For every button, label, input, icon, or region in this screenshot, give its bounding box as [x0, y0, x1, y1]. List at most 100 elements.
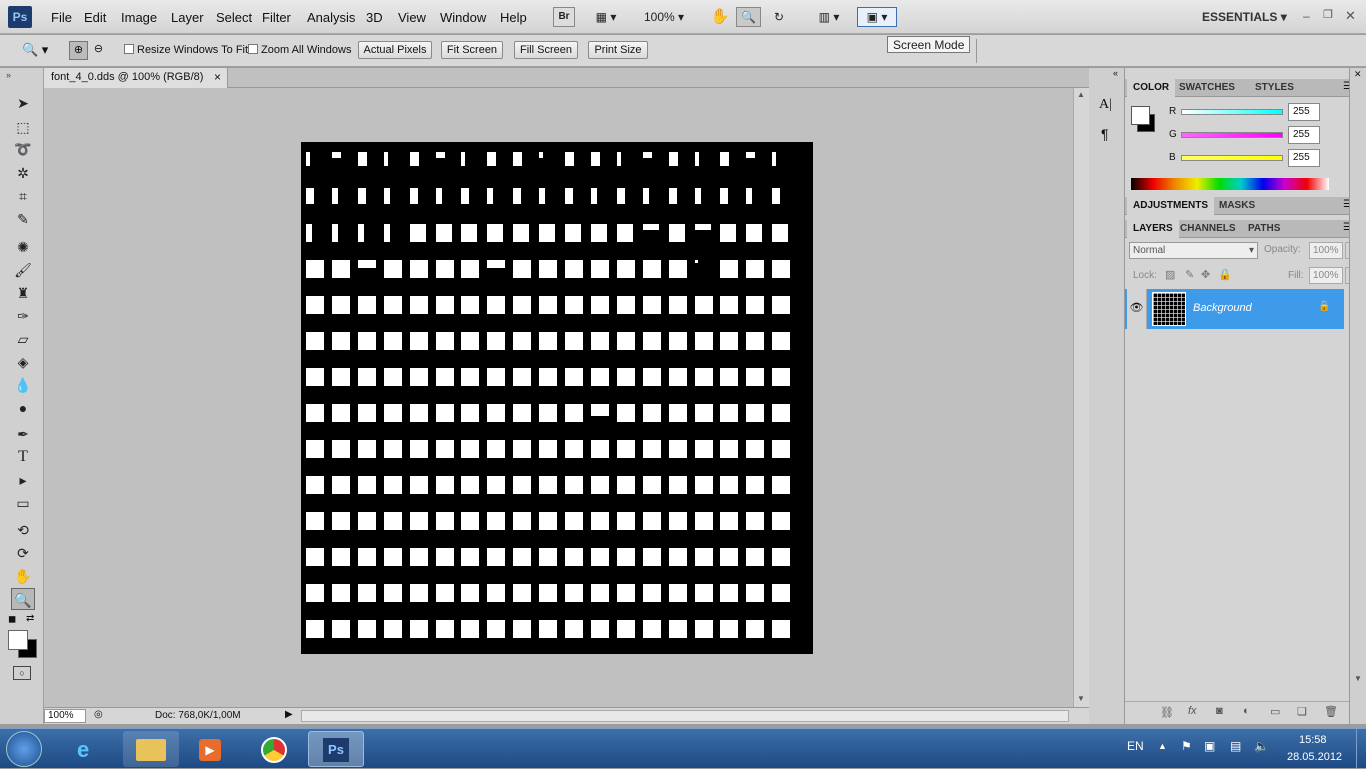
- taskbar-media[interactable]: ▶: [183, 731, 239, 767]
- fill-field[interactable]: 100%: [1309, 267, 1343, 284]
- blend-mode-select[interactable]: Normal ▾: [1129, 242, 1258, 259]
- move-tool[interactable]: ➤: [11, 92, 35, 114]
- zoom-field[interactable]: 100%: [44, 709, 86, 723]
- pen-tool[interactable]: ✒: [11, 423, 35, 445]
- tab-channels[interactable]: CHANNELS: [1174, 220, 1242, 238]
- document-image[interactable]: [301, 142, 813, 654]
- menu-filter[interactable]: Filter: [262, 10, 291, 25]
- scroll-down-icon[interactable]: ▼: [1354, 674, 1362, 683]
- screen-mode-button[interactable]: ▣ ▾: [857, 7, 897, 27]
- quick-mask-button[interactable]: ○: [13, 666, 31, 680]
- zoom-in-mode-button[interactable]: ⊕: [69, 41, 88, 60]
- restore-icon[interactable]: ❐: [1323, 8, 1333, 21]
- link-layers-icon[interactable]: ⛓: [1160, 706, 1174, 719]
- menu-edit[interactable]: Edit: [84, 10, 106, 25]
- channel-g-value[interactable]: 255: [1288, 126, 1320, 144]
- vertical-scrollbar[interactable]: ▲ ▼: [1073, 88, 1089, 707]
- taskbar-explorer[interactable]: [123, 731, 179, 767]
- workspace-switcher[interactable]: ESSENTIALS ▾: [1202, 10, 1287, 24]
- character-panel-icon[interactable]: A|: [1099, 97, 1112, 113]
- 3d-orbit-tool[interactable]: ⟳: [11, 542, 35, 564]
- brush-tool[interactable]: 🖌: [11, 259, 35, 281]
- hand-tool-button[interactable]: ✋: [709, 7, 731, 27]
- eraser-tool[interactable]: ▱: [11, 328, 35, 350]
- paragraph-panel-icon[interactable]: ¶: [1101, 126, 1109, 142]
- layer-name[interactable]: Background: [1193, 302, 1252, 314]
- menu-view[interactable]: View: [398, 10, 426, 25]
- blur-tool[interactable]: 💧: [11, 374, 35, 396]
- 3d-rotate-tool[interactable]: ⟲: [11, 519, 35, 541]
- eye-icon[interactable]: 👁: [1127, 289, 1147, 329]
- new-group-icon[interactable]: ▭: [1270, 705, 1280, 718]
- channel-r-slider[interactable]: [1181, 109, 1283, 115]
- tab-masks[interactable]: MASKS: [1213, 197, 1261, 215]
- collapse-icon[interactable]: «: [1113, 68, 1118, 78]
- language-indicator[interactable]: EN: [1127, 739, 1144, 753]
- menu-image[interactable]: Image: [121, 10, 157, 25]
- dodge-tool[interactable]: ●: [11, 397, 35, 419]
- clone-stamp-tool[interactable]: ♜: [11, 282, 35, 304]
- network-icon[interactable]: ▤: [1230, 739, 1241, 753]
- panel-scrollbar[interactable]: ✕ ▼: [1349, 68, 1366, 724]
- zoom-tool-button[interactable]: 🔍: [736, 7, 761, 27]
- type-tool[interactable]: T: [11, 446, 35, 468]
- crop-tool[interactable]: ⌗: [11, 185, 35, 207]
- foreground-color-swatch[interactable]: [8, 630, 28, 650]
- volume-icon[interactable]: 🔈: [1254, 739, 1269, 753]
- scroll-up-icon[interactable]: ▲: [1077, 90, 1085, 99]
- actual-pixels-button[interactable]: Actual Pixels: [358, 41, 432, 59]
- eyedropper-tool[interactable]: ✎: [11, 208, 35, 230]
- device-icon[interactable]: ▣: [1204, 739, 1215, 753]
- arrange-documents-button[interactable]: ▥ ▾: [811, 7, 847, 27]
- menu-3d[interactable]: 3D: [366, 10, 383, 25]
- add-mask-icon[interactable]: ◙: [1216, 705, 1223, 717]
- paint-bucket-tool[interactable]: ◈: [11, 351, 35, 373]
- minimize-icon[interactable]: –: [1303, 9, 1310, 23]
- taskbar-photoshop[interactable]: Ps: [308, 731, 364, 767]
- zoom-tool[interactable]: 🔍: [11, 588, 35, 610]
- menu-analysis[interactable]: Analysis: [307, 10, 355, 25]
- fx-icon[interactable]: fx: [1188, 705, 1197, 717]
- tab-paths[interactable]: PATHS: [1242, 220, 1286, 238]
- opacity-field[interactable]: 100%: [1309, 242, 1343, 259]
- taskbar-ie[interactable]: e: [62, 731, 118, 767]
- status-info-icon[interactable]: ◎: [94, 709, 103, 720]
- channel-r-value[interactable]: 255: [1288, 103, 1320, 121]
- magic-wand-tool[interactable]: ✲: [11, 162, 35, 184]
- show-desktop-button[interactable]: [1356, 729, 1366, 769]
- scroll-down-icon[interactable]: ▼: [1077, 694, 1085, 703]
- zoom-out-mode-button[interactable]: ⊖: [89, 41, 108, 60]
- history-brush-tool[interactable]: ✑: [11, 305, 35, 327]
- menu-window[interactable]: Window: [440, 10, 486, 25]
- bridge-button[interactable]: Br: [553, 7, 575, 27]
- taskbar-chrome[interactable]: [247, 731, 303, 767]
- zoom-level-dropdown[interactable]: 100% ▾: [638, 7, 690, 27]
- resize-windows-checkbox[interactable]: Resize Windows To Fit: [124, 44, 248, 56]
- lock-all-icon[interactable]: 🔒: [1218, 268, 1232, 281]
- new-layer-icon[interactable]: ❏: [1297, 705, 1307, 718]
- shape-tool[interactable]: ▭: [11, 492, 35, 514]
- close-panel-icon[interactable]: ✕: [1354, 69, 1362, 80]
- view-extras-button[interactable]: ▦ ▾: [588, 7, 624, 27]
- menu-select[interactable]: Select: [216, 10, 252, 25]
- trash-icon[interactable]: 🗑: [1324, 705, 1338, 718]
- tab-adjustments[interactable]: ADJUSTMENTS: [1127, 197, 1215, 215]
- color-foreground-swatch[interactable]: [1131, 106, 1150, 125]
- lock-pixels-icon[interactable]: ✎: [1185, 268, 1194, 281]
- adjustment-layer-icon[interactable]: ◐: [1243, 705, 1250, 717]
- status-menu-arrow[interactable]: ▶: [285, 709, 293, 720]
- document-tab[interactable]: font_4_0.dds @ 100% (RGB/8) ×: [44, 68, 228, 88]
- channel-b-value[interactable]: 255: [1288, 149, 1320, 167]
- tab-styles[interactable]: STYLES: [1249, 79, 1300, 97]
- tab-color[interactable]: COLOR: [1127, 79, 1176, 97]
- path-selection-tool[interactable]: ▸: [11, 469, 35, 491]
- menu-layer[interactable]: Layer: [171, 10, 204, 25]
- lasso-tool[interactable]: ➰: [11, 138, 35, 160]
- tray-expand-icon[interactable]: ▲: [1158, 741, 1167, 751]
- clock-time[interactable]: 15:58: [1299, 734, 1327, 746]
- hand-tool[interactable]: ✋: [11, 565, 35, 587]
- fit-screen-button[interactable]: Fit Screen: [441, 41, 503, 59]
- start-button[interactable]: [6, 731, 42, 767]
- swap-colors-icon[interactable]: ⇄: [26, 613, 34, 624]
- layer-row[interactable]: 👁 Background 🔒: [1125, 289, 1344, 329]
